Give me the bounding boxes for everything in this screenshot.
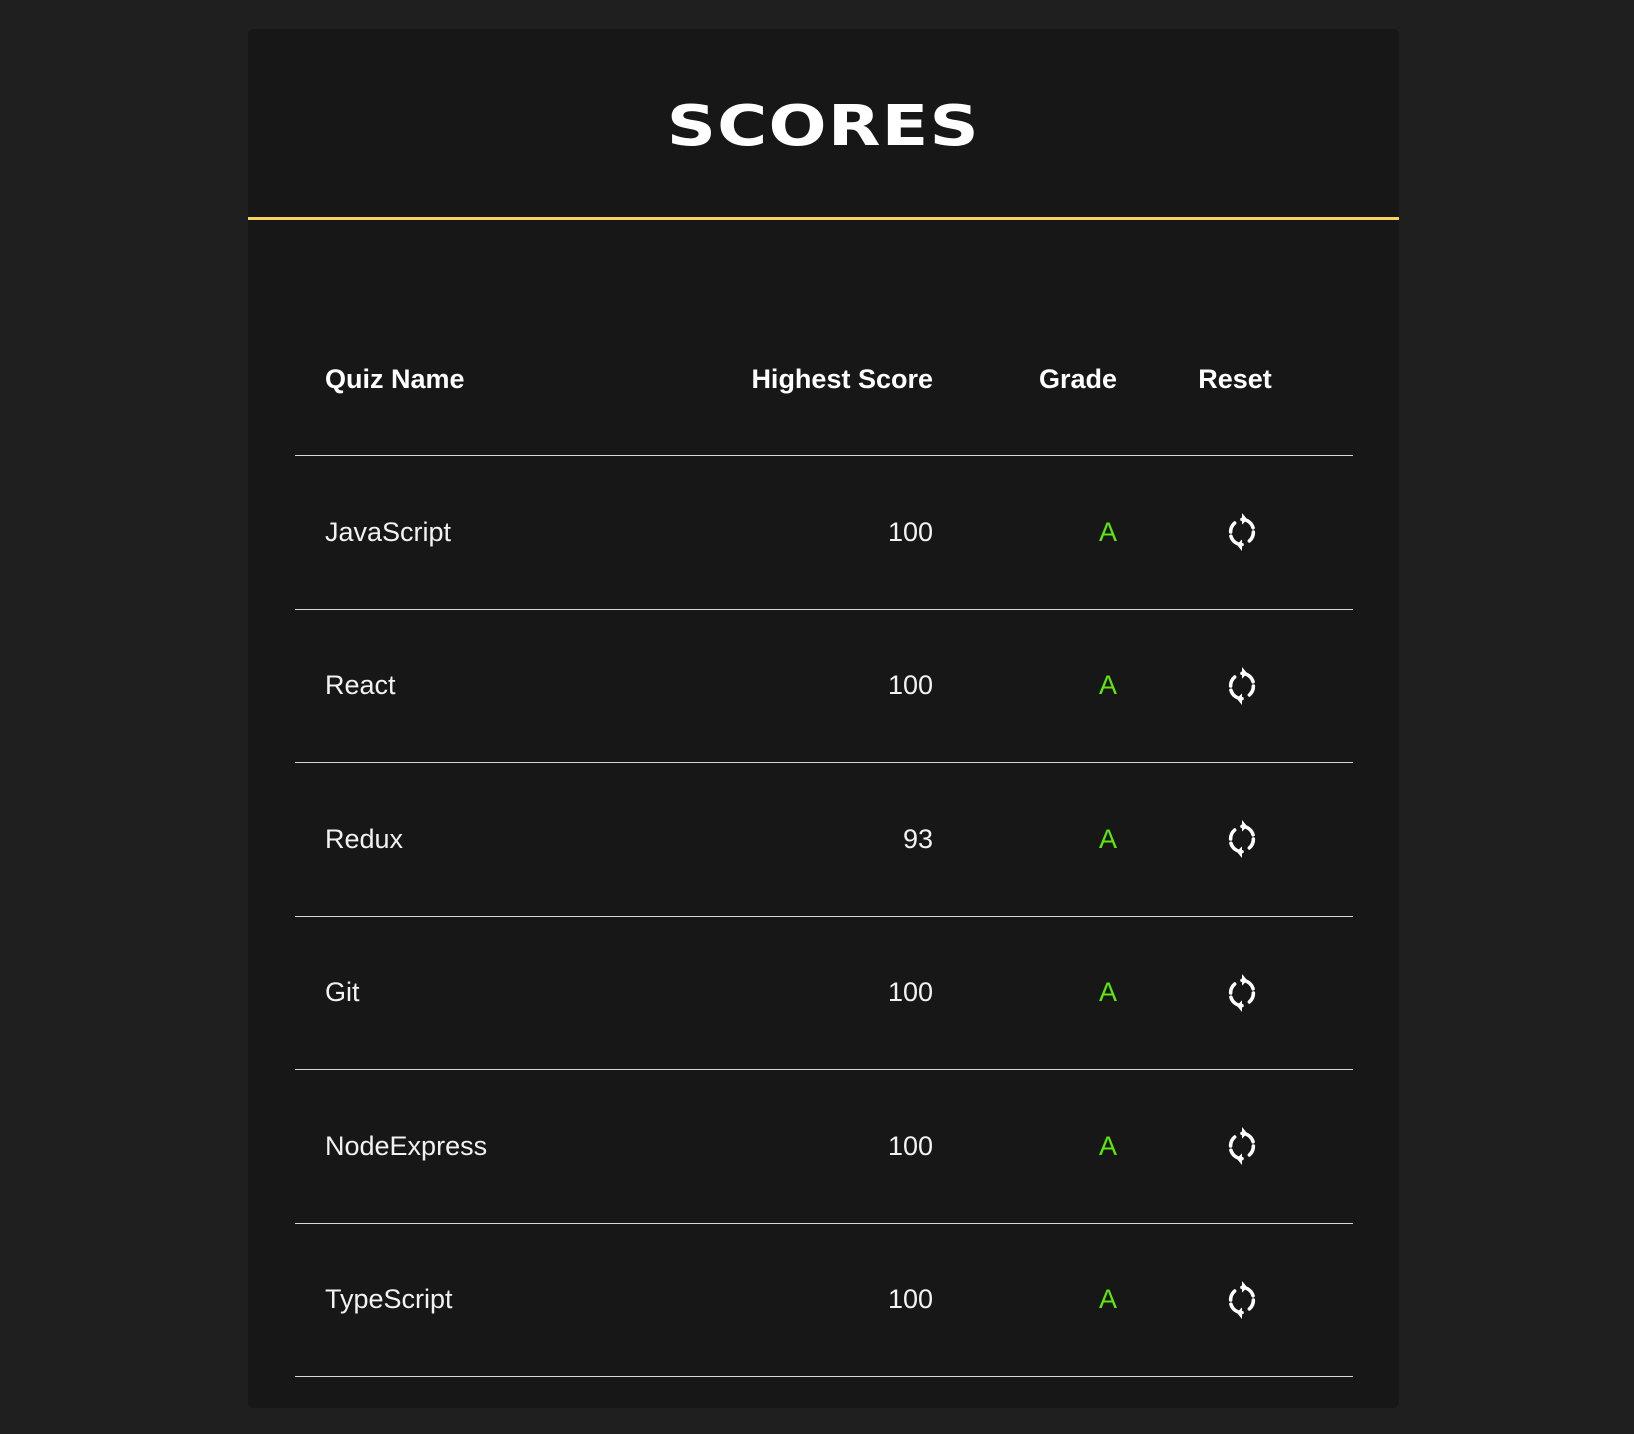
table-row: JavaScript 100 A (295, 456, 1353, 610)
highest-score-cell: 100 (887, 977, 933, 1008)
table-row: NodeExpress 100 A (295, 1070, 1353, 1224)
reset-cell (1117, 1126, 1353, 1166)
highest-score-cell: 100 (887, 1130, 933, 1161)
column-header-quiz-name: Quiz Name (325, 363, 465, 394)
highest-score-cell: 100 (887, 516, 933, 547)
refresh-icon (1228, 513, 1256, 552)
reset-cell (1117, 819, 1353, 859)
quiz-name-cell: TypeScript (325, 1284, 453, 1315)
grade-cell: A (1098, 977, 1117, 1008)
grade-cell: A (1098, 516, 1117, 547)
refresh-icon (1228, 1280, 1256, 1319)
refresh-icon (1228, 820, 1256, 859)
grade-cell: A (1098, 670, 1117, 701)
reset-score-button[interactable] (1222, 512, 1262, 552)
column-header-highest-score: Highest Score (751, 363, 933, 394)
highest-score-cell: 100 (887, 670, 933, 701)
refresh-icon (1228, 973, 1256, 1012)
reset-score-button[interactable] (1222, 973, 1262, 1013)
scores-card: SCORES Quiz Name Highest Score Grade Res… (248, 29, 1399, 1408)
table-row: Redux 93 A (295, 763, 1353, 917)
table-row: Git 100 A (295, 917, 1353, 1070)
highest-score-cell: 100 (887, 1284, 933, 1315)
scores-header: SCORES (248, 29, 1399, 220)
table-row: React 100 A (295, 610, 1353, 763)
refresh-icon (1228, 1127, 1256, 1166)
refresh-icon (1228, 666, 1256, 705)
column-header-grade: Grade (1038, 363, 1117, 394)
table-header-row: Quiz Name Highest Score Grade Reset (295, 303, 1353, 456)
page-title: SCORES (666, 93, 981, 159)
quiz-name-cell: React (325, 670, 396, 701)
highest-score-cell: 93 (902, 823, 933, 854)
column-header-reset: Reset (1198, 363, 1272, 394)
table-body: JavaScript 100 A React 100 A Redux 93 A … (295, 456, 1353, 1377)
scores-table: Quiz Name Highest Score Grade Reset Java… (295, 303, 1353, 1377)
grade-cell: A (1098, 823, 1117, 854)
quiz-name-cell: NodeExpress (325, 1130, 488, 1161)
quiz-name-cell: JavaScript (325, 516, 452, 547)
reset-score-button[interactable] (1222, 1280, 1262, 1320)
table-row: TypeScript 100 A (295, 1224, 1353, 1377)
quiz-name-cell: Git (325, 977, 360, 1008)
reset-cell (1117, 973, 1353, 1013)
reset-score-button[interactable] (1222, 666, 1262, 706)
reset-score-button[interactable] (1222, 1126, 1262, 1166)
grade-cell: A (1098, 1284, 1117, 1315)
reset-cell (1117, 1280, 1353, 1320)
reset-cell (1117, 512, 1353, 552)
grade-cell: A (1098, 1130, 1117, 1161)
reset-score-button[interactable] (1222, 819, 1262, 859)
reset-cell (1117, 666, 1353, 706)
quiz-name-cell: Redux (325, 823, 404, 854)
